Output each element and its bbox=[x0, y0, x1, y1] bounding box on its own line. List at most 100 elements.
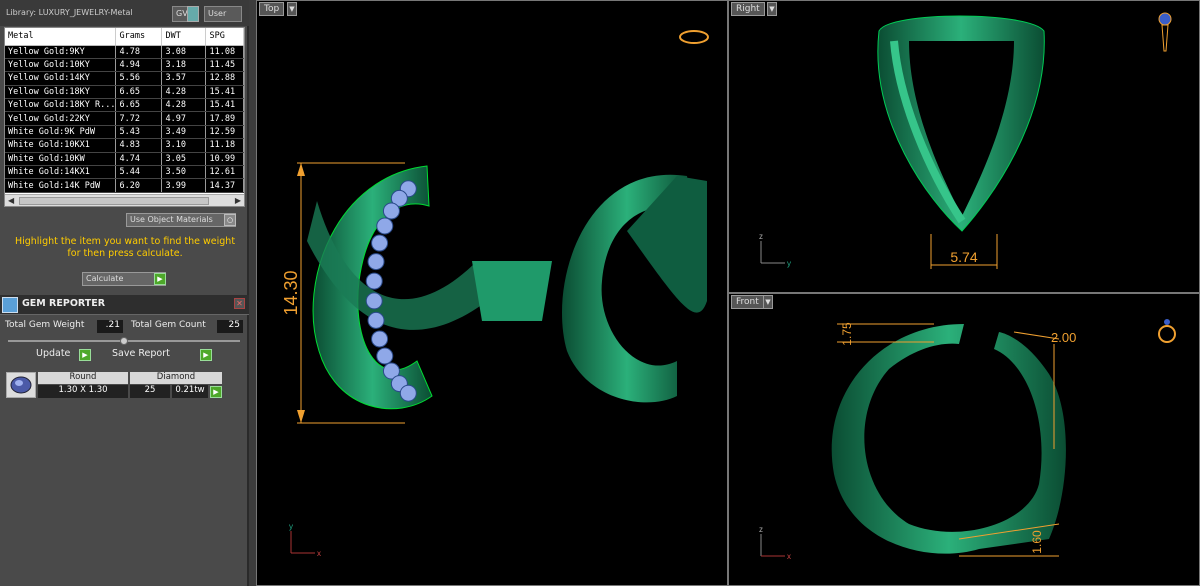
table-row[interactable]: Yellow Gold:18KY 6.65 4.28 15.41 bbox=[5, 85, 244, 100]
viewport-right[interactable]: 5.74 z y Right ▼ bbox=[728, 0, 1200, 293]
calculate-go-icon[interactable]: ▶ bbox=[154, 273, 166, 285]
gem-reporter-icon bbox=[2, 297, 18, 313]
update-go-icon[interactable]: ▶ bbox=[79, 349, 91, 361]
col-grams[interactable]: Grams bbox=[115, 28, 163, 46]
total-gem-count-value: 25 bbox=[217, 320, 243, 333]
table-cell: 11.08 bbox=[205, 45, 244, 59]
viewport-right-label[interactable]: Right bbox=[731, 2, 765, 16]
table-cell: 3.18 bbox=[161, 58, 207, 73]
table-cell: 3.99 bbox=[161, 178, 207, 193]
use-object-toggle-icon[interactable]: ○ bbox=[224, 214, 236, 226]
table-scrollbar[interactable]: ◀ ▶ bbox=[5, 194, 244, 206]
table-cell: Yellow Gold:22KY bbox=[5, 111, 117, 126]
table-cell: 4.97 bbox=[161, 111, 207, 126]
table-cell: 3.49 bbox=[161, 125, 207, 140]
table-row[interactable]: White Gold:10KX1 4.83 3.10 11.18 bbox=[5, 138, 244, 153]
viewport-top[interactable]: 14.30 y x Top ▼ bbox=[256, 0, 728, 586]
top-view-canvas: 14.30 y x bbox=[281, 30, 709, 558]
table-cell: 3.05 bbox=[161, 152, 207, 167]
table-cell: 5.56 bbox=[115, 71, 163, 86]
gem-count[interactable]: 25 bbox=[130, 385, 170, 398]
dim-5-74: 5.74 bbox=[950, 249, 977, 265]
ring-top-icon bbox=[679, 30, 709, 44]
table-cell: 4.28 bbox=[161, 85, 207, 100]
gem-thumbnail[interactable] bbox=[6, 372, 36, 398]
hint-line-1: Highlight the item you want to find the … bbox=[14, 236, 236, 247]
table-cell: 3.57 bbox=[161, 71, 207, 86]
dim-1-60: 1.60 bbox=[1030, 530, 1044, 554]
use-object-materials-label: Use Object Materials bbox=[130, 215, 213, 224]
axis-z-label-front: z bbox=[759, 525, 763, 534]
col-spg[interactable]: SPG bbox=[205, 28, 244, 46]
table-row[interactable]: White Gold:14K PdW 6.20 3.99 14.37 bbox=[5, 178, 244, 193]
diamond-gem bbox=[376, 347, 394, 365]
table-cell: 14.37 bbox=[205, 178, 244, 193]
gem-weight[interactable]: 0.21tw bbox=[172, 385, 208, 398]
diamond-gem bbox=[371, 330, 389, 348]
gem-row-go-icon[interactable]: ▶ bbox=[210, 386, 222, 398]
table-row[interactable]: Yellow Gold:9KY 4.78 3.08 11.08 bbox=[5, 45, 244, 59]
total-gem-count-label: Total Gem Count bbox=[131, 320, 206, 330]
diamond-gem bbox=[382, 202, 400, 220]
table-cell: 6.65 bbox=[115, 98, 163, 113]
table-cell: 15.41 bbox=[205, 85, 244, 100]
table-row[interactable]: Yellow Gold:18KY R... 6.65 4.28 15.41 bbox=[5, 98, 244, 113]
chevron-down-icon[interactable]: ▼ bbox=[767, 2, 777, 16]
gem-reporter-header: GEM REPORTER ✕ bbox=[0, 295, 249, 315]
scroll-thumb[interactable] bbox=[19, 197, 209, 205]
dim-2-00: 2.00 bbox=[1051, 330, 1076, 345]
table-cell: 12.61 bbox=[205, 165, 244, 180]
table-cell: 4.28 bbox=[161, 98, 207, 113]
table-cell: 4.94 bbox=[115, 58, 163, 73]
viewport-front-label[interactable]: Front bbox=[731, 295, 764, 309]
table-row[interactable]: White Gold:10KW 4.74 3.05 10.99 bbox=[5, 152, 244, 167]
close-icon[interactable]: ✕ bbox=[234, 298, 245, 309]
table-row[interactable]: Yellow Gold:10KY 4.94 3.18 11.45 bbox=[5, 58, 244, 73]
gv-toggle[interactable] bbox=[187, 6, 199, 22]
hint-line-2: for then press calculate. bbox=[67, 248, 183, 259]
table-cell: 15.41 bbox=[205, 98, 244, 113]
table-row[interactable]: White Gold:14KX1 5.44 3.50 12.61 bbox=[5, 165, 244, 180]
gem-size[interactable]: 1.30 X 1.30 bbox=[38, 385, 128, 398]
use-object-materials-button[interactable]: Use Object Materials bbox=[126, 213, 236, 227]
scroll-right-icon[interactable]: ▶ bbox=[235, 196, 241, 205]
col-dwt[interactable]: DWT bbox=[161, 28, 207, 46]
user-button[interactable]: User bbox=[204, 6, 242, 22]
table-cell: White Gold:9K PdW bbox=[5, 125, 117, 140]
table-cell: Yellow Gold:9KY bbox=[5, 45, 117, 59]
chevron-down-icon[interactable]: ▼ bbox=[763, 295, 773, 309]
chevron-down-icon[interactable]: ▼ bbox=[287, 2, 297, 16]
table-cell: 4.78 bbox=[115, 45, 163, 59]
update-button[interactable]: Update bbox=[36, 348, 70, 362]
table-cell: Yellow Gold:18KY bbox=[5, 85, 117, 100]
table-cell: 3.50 bbox=[161, 165, 207, 180]
table-cell: 6.20 bbox=[115, 178, 163, 193]
gem-col-type: Diamond bbox=[130, 372, 222, 384]
table-cell: 17.89 bbox=[205, 111, 244, 126]
col-metal[interactable]: Metal bbox=[5, 28, 117, 46]
gem-slider-knob[interactable] bbox=[120, 337, 128, 345]
save-report-button[interactable]: Save Report bbox=[112, 348, 170, 362]
table-row[interactable]: White Gold:9K PdW 5.43 3.49 12.59 bbox=[5, 125, 244, 140]
viewport-front[interactable]: 1.75 2.00 1.60 z x Front ▼ bbox=[728, 293, 1200, 586]
table-cell: 11.45 bbox=[205, 58, 244, 73]
table-cell: White Gold:10KW bbox=[5, 152, 117, 167]
scroll-left-icon[interactable]: ◀ bbox=[8, 196, 14, 205]
save-report-go-icon[interactable]: ▶ bbox=[200, 349, 212, 361]
gem-reporter-title: GEM REPORTER bbox=[22, 298, 106, 309]
viewport-top-label[interactable]: Top bbox=[259, 2, 285, 16]
table-cell: White Gold:14KX1 bbox=[5, 165, 117, 180]
table-row[interactable]: Yellow Gold:14KY 5.56 3.57 12.88 bbox=[5, 71, 244, 86]
gem-col-shape: Round bbox=[38, 372, 128, 384]
table-cell: 3.08 bbox=[161, 45, 207, 59]
table-cell: 5.43 bbox=[115, 125, 163, 140]
table-cell: Yellow Gold:14KY bbox=[5, 71, 117, 86]
table-cell: 5.44 bbox=[115, 165, 163, 180]
diamond-gem bbox=[376, 217, 394, 235]
dim-14-30: 14.30 bbox=[281, 270, 301, 315]
right-view-canvas: 5.74 z y bbox=[759, 12, 1172, 269]
table-cell: 12.88 bbox=[205, 71, 244, 86]
axis-z-label: z bbox=[759, 232, 763, 241]
hint-text: Highlight the item you want to find the … bbox=[10, 236, 240, 260]
table-row[interactable]: Yellow Gold:22KY 7.72 4.97 17.89 bbox=[5, 111, 244, 126]
